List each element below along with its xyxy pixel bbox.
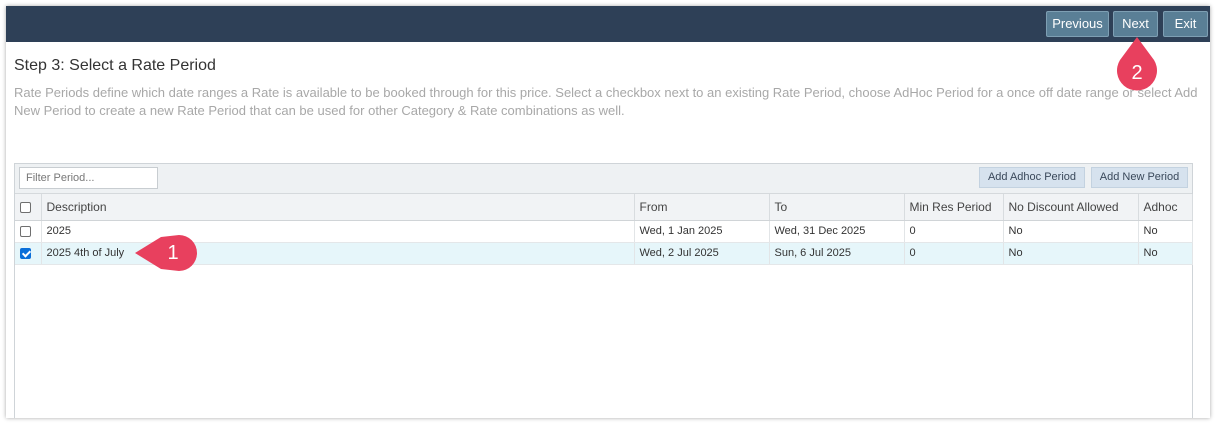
app-window: Previous Next Exit Step 3: Select a Rate… — [6, 6, 1210, 418]
cell-from: Wed, 2 Jul 2025 — [634, 242, 770, 265]
column-header-description[interactable]: Description — [41, 194, 635, 221]
rate-period-table: Description From To Min Res Period No Di… — [15, 194, 1193, 265]
column-header-from[interactable]: From — [634, 194, 770, 221]
cell-description: 2025 4th of July — [41, 242, 635, 265]
select-all-checkbox[interactable] — [20, 202, 31, 214]
column-header-min-res-period[interactable]: Min Res Period — [904, 194, 1004, 221]
cell-adhoc: No — [1138, 220, 1193, 243]
page-title: Step 3: Select a Rate Period — [14, 57, 216, 74]
cell-from: Wed, 1 Jan 2025 — [634, 220, 770, 243]
table-row[interactable]: 2025 4th of July Wed, 2 Jul 2025 Sun, 6 … — [15, 242, 1193, 265]
cell-no-discount-allowed: No — [1003, 242, 1139, 265]
row-checkbox[interactable] — [20, 225, 31, 237]
select-all-cell — [15, 194, 42, 221]
row-checkbox-cell — [15, 220, 42, 243]
cell-min-res-period: 0 — [904, 220, 1004, 243]
cell-adhoc: No — [1138, 242, 1193, 265]
table-row[interactable]: 2025 Wed, 1 Jan 2025 Wed, 31 Dec 2025 0 … — [15, 220, 1193, 243]
previous-button[interactable]: Previous — [1046, 11, 1109, 37]
annotation-marker-1-label: 1 — [167, 242, 179, 264]
cell-to: Sun, 6 Jul 2025 — [769, 242, 905, 265]
column-header-no-discount-allowed[interactable]: No Discount Allowed — [1003, 194, 1139, 221]
exit-button[interactable]: Exit — [1163, 11, 1208, 37]
table-header-row: Description From To Min Res Period No Di… — [15, 194, 1193, 221]
cell-to: Wed, 31 Dec 2025 — [769, 220, 905, 243]
row-checkbox-cell — [15, 242, 42, 265]
column-header-adhoc[interactable]: Adhoc — [1138, 194, 1193, 221]
cell-no-discount-allowed: No — [1003, 220, 1139, 243]
column-header-to[interactable]: To — [769, 194, 905, 221]
cell-description: 2025 — [41, 220, 635, 243]
rate-period-panel: Add Adhoc Period Add New Period Descript… — [14, 163, 1193, 418]
next-button[interactable]: Next — [1113, 11, 1158, 37]
add-new-period-button[interactable]: Add New Period — [1091, 167, 1188, 188]
annotation-marker-2-label: 2 — [1131, 62, 1143, 84]
filter-period-input[interactable] — [19, 167, 158, 189]
cell-min-res-period: 0 — [904, 242, 1004, 265]
row-checkbox[interactable] — [20, 247, 31, 259]
panel-toolbar: Add Adhoc Period Add New Period — [15, 164, 1192, 194]
add-adhoc-period-button[interactable]: Add Adhoc Period — [979, 167, 1085, 188]
step-description: Rate Periods define which date ranges a … — [14, 85, 1198, 118]
top-toolbar: Previous Next Exit — [6, 6, 1210, 42]
